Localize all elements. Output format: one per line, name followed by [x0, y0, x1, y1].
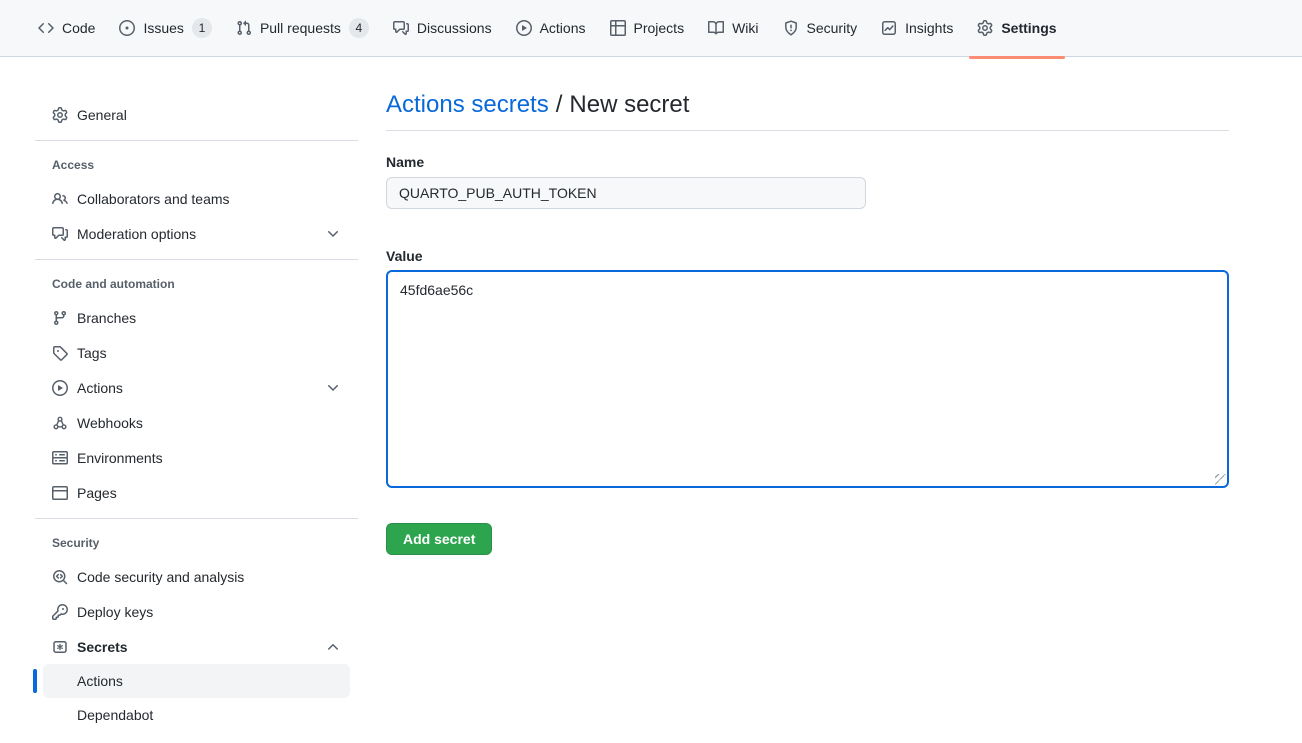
- sidebar-item-code-security-and-analysis[interactable]: Code security and analysis: [35, 559, 358, 594]
- book-icon: [708, 20, 724, 36]
- tab-label-insights: Insights: [905, 20, 953, 36]
- secrets-asterisk-icon: [52, 639, 68, 655]
- sidebar-item-branches[interactable]: Branches: [35, 300, 358, 335]
- tab-label-issues: Issues: [143, 20, 183, 36]
- sidebar-item-actions[interactable]: Actions: [35, 370, 358, 405]
- tab-discussions[interactable]: Discussions: [385, 0, 500, 57]
- sidebar-label-code-security: Code security and analysis: [77, 569, 244, 585]
- sidebar-label-general: General: [77, 107, 127, 123]
- graph-icon: [881, 20, 897, 36]
- tab-label-settings: Settings: [1001, 20, 1056, 36]
- tab-pull-requests[interactable]: Pull requests 4: [228, 0, 377, 57]
- sidebar-item-deploy-keys[interactable]: Deploy keys: [35, 594, 358, 629]
- secret-name-input[interactable]: [386, 177, 866, 209]
- sidebar-label-pages: Pages: [77, 485, 117, 501]
- tab-security[interactable]: Security: [775, 0, 866, 57]
- tab-label-wiki: Wiki: [732, 20, 758, 36]
- shield-icon: [783, 20, 799, 36]
- chevron-up-icon: [325, 639, 341, 655]
- sidebar-divider: [35, 518, 358, 519]
- sidebar-subitem-secrets-actions[interactable]: Actions: [43, 664, 350, 698]
- value-field-label: Value: [386, 248, 1229, 264]
- sidebar-label-branches: Branches: [77, 310, 136, 326]
- tab-label-pull-requests: Pull requests: [260, 20, 341, 36]
- play-icon: [516, 20, 532, 36]
- sidebar-item-collaborators-and-teams[interactable]: Collaborators and teams: [35, 181, 358, 216]
- tab-actions[interactable]: Actions: [508, 0, 594, 57]
- sidebar-label-collaborators: Collaborators and teams: [77, 191, 230, 207]
- tab-label-actions: Actions: [540, 20, 586, 36]
- repo-tab-nav: Code Issues1 Pull requests4 Discussions …: [0, 0, 1302, 57]
- settings-sidebar: General Access Collaborators and teams M…: [35, 57, 358, 732]
- breadcrumb-separator: /: [556, 91, 563, 118]
- gear-icon: [52, 107, 68, 123]
- new-secret-form: Actions secrets /New secret Name Value 45…: [386, 57, 1229, 555]
- sidebar-sublabel-actions: Actions: [77, 673, 123, 689]
- name-field-label: Name: [386, 154, 1229, 170]
- sidebar-divider: [35, 140, 358, 141]
- sidebar-label-secrets: Secrets: [77, 639, 128, 655]
- pull-requests-count-badge: 4: [349, 18, 369, 38]
- sidebar-item-environments[interactable]: Environments: [35, 440, 358, 475]
- tab-settings[interactable]: Settings: [969, 0, 1064, 57]
- sidebar-label-moderation-options: Moderation options: [77, 226, 196, 242]
- page-title: Actions secrets /New secret: [386, 90, 1229, 131]
- sidebar-divider: [35, 259, 358, 260]
- sidebar-item-secrets[interactable]: Secrets: [35, 629, 358, 664]
- tab-label-code: Code: [62, 20, 95, 36]
- tag-icon: [52, 345, 68, 361]
- sidebar-label-actions: Actions: [77, 380, 123, 396]
- sidebar-label-deploy-keys: Deploy keys: [77, 604, 153, 620]
- comment-discussion-icon: [52, 226, 68, 242]
- comment-discussion-icon: [393, 20, 409, 36]
- git-pull-request-icon: [236, 20, 252, 36]
- project-table-icon: [610, 20, 626, 36]
- gear-icon: [977, 20, 993, 36]
- people-icon: [52, 191, 68, 207]
- tab-label-projects: Projects: [634, 20, 685, 36]
- browser-icon: [52, 485, 68, 501]
- sidebar-sublabel-dependabot: Dependabot: [77, 707, 153, 723]
- sidebar-section-title-access: Access: [35, 149, 358, 181]
- sidebar-item-moderation-options[interactable]: Moderation options: [35, 216, 358, 251]
- sidebar-item-tags[interactable]: Tags: [35, 335, 358, 370]
- chevron-down-icon: [325, 380, 341, 396]
- tab-label-security: Security: [807, 20, 858, 36]
- sidebar-label-webhooks: Webhooks: [77, 415, 143, 431]
- git-branch-icon: [52, 310, 68, 326]
- secret-value-textarea[interactable]: 45fd6ae56c: [386, 270, 1229, 488]
- code-icon: [38, 20, 54, 36]
- sidebar-section-title-code-and-automation: Code and automation: [35, 268, 358, 300]
- codescan-icon: [52, 569, 68, 585]
- sidebar-label-tags: Tags: [77, 345, 107, 361]
- tab-code[interactable]: Code: [30, 0, 103, 57]
- tab-insights[interactable]: Insights: [873, 0, 961, 57]
- breadcrumb-current: New secret: [569, 91, 689, 118]
- issues-count-badge: 1: [192, 18, 212, 38]
- sidebar-subitem-secrets-dependabot[interactable]: Dependabot: [43, 698, 350, 732]
- tab-wiki[interactable]: Wiki: [700, 0, 766, 57]
- webhook-icon: [52, 415, 68, 431]
- tab-projects[interactable]: Projects: [602, 0, 693, 57]
- tab-issues[interactable]: Issues 1: [111, 0, 219, 57]
- add-secret-button[interactable]: Add secret: [386, 523, 492, 555]
- key-icon: [52, 604, 68, 620]
- sidebar-item-webhooks[interactable]: Webhooks: [35, 405, 358, 440]
- server-icon: [52, 450, 68, 466]
- sidebar-section-title-security: Security: [35, 527, 358, 559]
- value-field-wrap: 45fd6ae56c: [386, 270, 1229, 488]
- tab-label-discussions: Discussions: [417, 20, 492, 36]
- sidebar-item-general[interactable]: General: [35, 97, 358, 132]
- actions-secrets-breadcrumb-link[interactable]: Actions secrets: [386, 91, 549, 118]
- chevron-down-icon: [325, 226, 341, 242]
- play-icon: [52, 380, 68, 396]
- issue-opened-icon: [119, 20, 135, 36]
- sidebar-label-environments: Environments: [77, 450, 163, 466]
- sidebar-item-pages[interactable]: Pages: [35, 475, 358, 510]
